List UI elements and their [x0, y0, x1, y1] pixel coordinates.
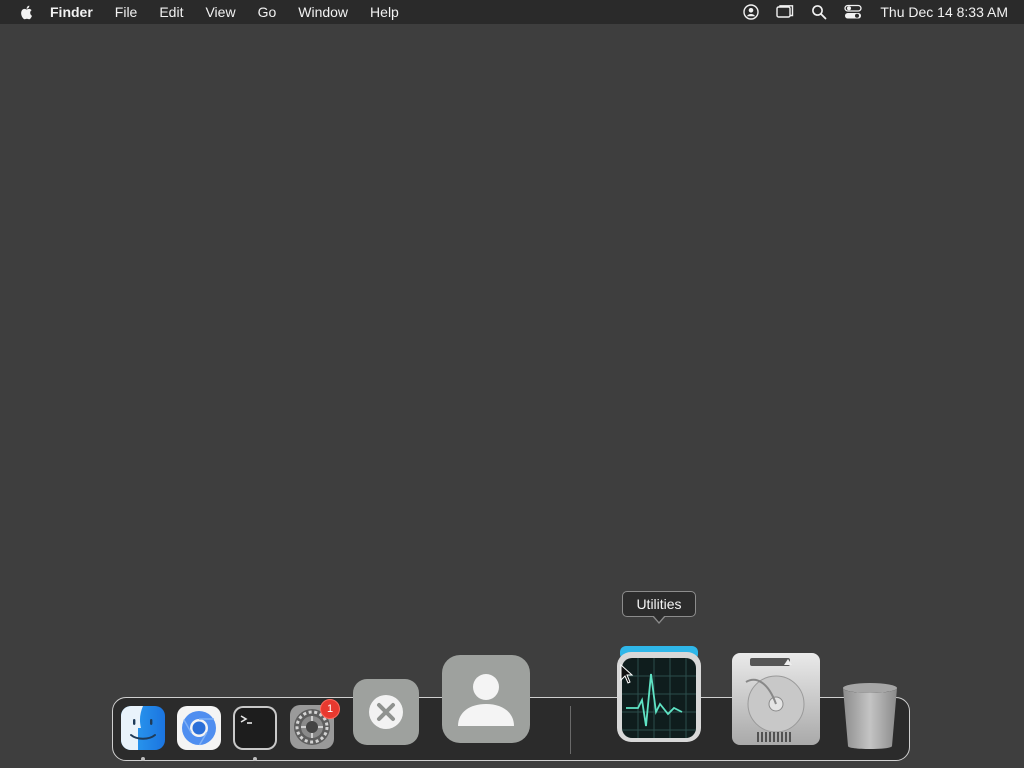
menu-view[interactable]: View — [205, 0, 235, 24]
dock-app-utilities[interactable] — [614, 646, 704, 749]
notification-badge: 1 — [320, 699, 340, 719]
control-center-icon[interactable] — [844, 3, 863, 21]
menu-edit[interactable]: Edit — [159, 0, 183, 24]
running-indicator-finder — [141, 757, 145, 761]
dock-app-contacts[interactable] — [441, 654, 531, 749]
person-icon — [442, 655, 530, 743]
mouse-cursor-icon — [620, 664, 634, 684]
activity-monitor-icon — [617, 646, 701, 742]
chromium-icon — [177, 706, 221, 750]
menu-go[interactable]: Go — [258, 0, 277, 24]
menubar-clock[interactable]: Thu Dec 14 8:33 AM — [880, 0, 1008, 24]
menu-app-name[interactable]: Finder — [50, 0, 93, 24]
menu-bar: Finder File Edit View Go Window Help Thu… — [0, 0, 1024, 24]
dock-app-trash[interactable] — [841, 682, 899, 755]
user-account-icon[interactable] — [742, 3, 760, 21]
dock-app-terminal[interactable] — [232, 705, 278, 756]
dock-app-macintosh-hd[interactable] — [730, 652, 822, 751]
running-indicator-terminal — [253, 757, 257, 761]
dock-separator — [570, 706, 571, 754]
dock-tooltip: Utilities — [622, 591, 696, 617]
trash-icon — [843, 683, 897, 749]
screen-mirroring-icon[interactable] — [776, 3, 794, 21]
hard-drive-icon — [732, 653, 820, 745]
terminal-icon — [233, 706, 277, 750]
close-x-icon — [353, 679, 419, 745]
menu-window[interactable]: Window — [298, 0, 348, 24]
menu-help[interactable]: Help — [370, 0, 399, 24]
spotlight-search-icon[interactable] — [810, 3, 828, 21]
tooltip-arrow-inner — [653, 615, 665, 622]
dock-app-finder[interactable] — [120, 705, 166, 756]
finder-icon — [121, 706, 165, 750]
dock-app-unknown[interactable] — [352, 678, 420, 751]
menu-file[interactable]: File — [115, 0, 138, 24]
dock-app-chromium[interactable] — [176, 705, 222, 756]
apple-logo-icon[interactable] — [18, 3, 36, 21]
